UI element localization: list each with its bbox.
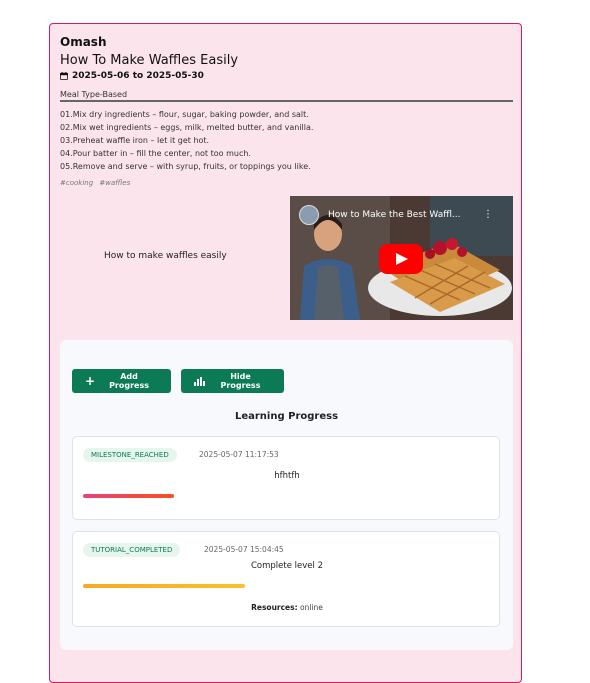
tag-cooking[interactable]: #cooking	[60, 179, 93, 187]
post-author: Omash	[60, 35, 107, 49]
calendar-icon	[60, 72, 68, 80]
progress-entry: TUTORIAL_COMPLETED 2025-05-07 15:04:45 C…	[72, 531, 500, 627]
progress-entry: MILESTONE_REACHED 2025-05-07 11:17:53 hf…	[72, 436, 500, 520]
resources-label: Resources:	[251, 603, 298, 612]
section-divider	[60, 100, 513, 102]
entry-timestamp: 2025-05-07 11:17:53	[199, 450, 279, 459]
progress-panel: + Add Progress Hide Progress Learning Pr…	[60, 340, 513, 650]
entry-resources: Resources: online	[73, 603, 501, 612]
entry-timestamp: 2025-05-07 15:04:45	[204, 545, 284, 554]
status-badge: MILESTONE_REACHED	[83, 448, 177, 462]
plus-icon: +	[85, 374, 96, 388]
video-title[interactable]: How to Make the Best Waffl...	[328, 210, 461, 220]
progress-bar	[83, 494, 343, 498]
recipe-step: 04.Pour batter in – fill the center, not…	[60, 149, 251, 158]
progress-bar	[83, 584, 245, 588]
add-progress-label: Add Progress	[109, 372, 149, 390]
recipe-step: 02.Mix wet ingredients – eggs, milk, mel…	[60, 123, 314, 132]
learning-progress-title: Learning Progress	[234, 411, 339, 422]
bar-chart-icon	[194, 376, 205, 386]
date-range-text: 2025-05-06 to 2025-05-30	[72, 71, 204, 81]
entry-text: hfhtfh	[274, 471, 300, 481]
recipe-step: 01.Mix dry ingredients – flour, sugar, b…	[60, 110, 309, 119]
hide-progress-label: Hide Progress	[220, 372, 261, 390]
recipe-step: 03.Preheat waffle iron – let it get hot.	[60, 136, 210, 145]
progress-bar-fill	[83, 494, 174, 498]
add-progress-button[interactable]: + Add Progress	[72, 369, 171, 393]
status-badge: TUTORIAL_COMPLETED	[83, 543, 181, 557]
youtube-video-embed[interactable]: How to Make the Best Waffl... ⋮	[290, 196, 513, 320]
recipe-post-card: Omash How To Make Waffles Easily 2025-05…	[49, 23, 522, 683]
progress-bar-fill	[83, 584, 245, 588]
tag-waffles[interactable]: #waffles	[99, 179, 130, 187]
post-tags: #cooking #waffles	[60, 179, 134, 187]
resources-value: online	[300, 603, 323, 612]
channel-avatar[interactable]	[299, 205, 319, 225]
youtube-play-icon[interactable]	[379, 244, 423, 274]
hide-progress-button[interactable]: Hide Progress	[181, 369, 284, 393]
entry-text: Complete level 2	[251, 561, 323, 571]
recipe-step: 05.Remove and serve – with syrup, fruits…	[60, 162, 311, 171]
kebab-menu-icon[interactable]: ⋮	[483, 210, 493, 220]
meal-type-label: Meal Type-Based	[60, 90, 128, 99]
recipe-steps: 01.Mix dry ingredients – flour, sugar, b…	[60, 108, 313, 173]
post-title: How To Make Waffles Easily	[60, 53, 239, 68]
media-caption: How to make waffles easily	[104, 251, 227, 261]
post-date-range: 2025-05-06 to 2025-05-30	[60, 71, 204, 81]
